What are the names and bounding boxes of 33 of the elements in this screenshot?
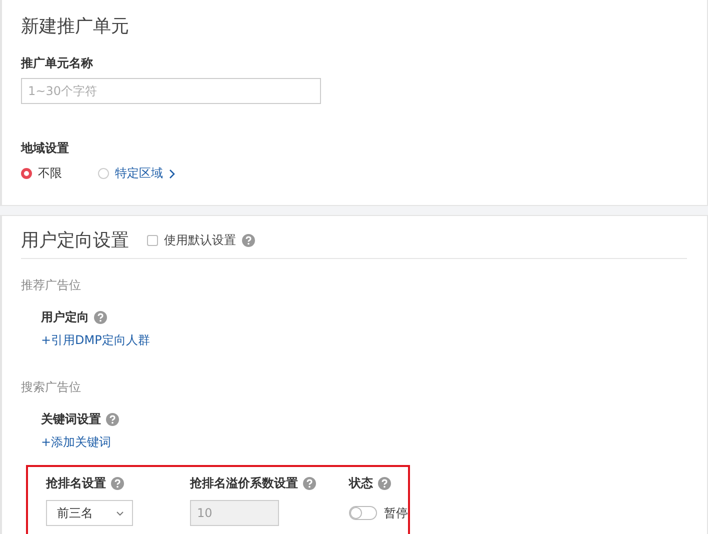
- caret-icon: [116, 510, 124, 516]
- chevron-icon[interactable]: [169, 168, 175, 178]
- help-icon[interactable]: [106, 413, 119, 426]
- panel-title: 新建推广单元: [21, 15, 129, 38]
- field-label: 关键词设置: [41, 411, 101, 428]
- help-icon[interactable]: [111, 477, 124, 490]
- checkbox-label[interactable]: 使用默认设置: [164, 232, 236, 248]
- section-heading: 推荐广告位: [21, 277, 82, 294]
- radio-option[interactable]: 特定区域: [98, 165, 175, 182]
- dropdown[interactable]: 前三名: [46, 500, 133, 526]
- field-label: 状态: [349, 475, 373, 492]
- radio-button[interactable]: [98, 168, 109, 179]
- help-icon[interactable]: [378, 477, 391, 490]
- field-label: 用户定向: [41, 309, 89, 326]
- radio-button[interactable]: [21, 168, 32, 179]
- help-icon[interactable]: [303, 477, 316, 490]
- add-link[interactable]: +添加关键词: [41, 434, 112, 451]
- field-label: 推广单元名称: [21, 55, 94, 72]
- panel-title: 用户定向设置: [21, 229, 129, 252]
- add-link[interactable]: +引用DMP定向人群: [41, 332, 150, 349]
- section-heading: 搜索广告位: [21, 379, 82, 396]
- help-icon[interactable]: [242, 234, 255, 246]
- field-label: 抢排名设置: [46, 475, 106, 492]
- field-label: 地域设置: [21, 140, 70, 157]
- radio-label[interactable]: 不限: [38, 165, 62, 182]
- toggle-switch[interactable]: [349, 506, 377, 520]
- region-link[interactable]: 特定区域: [115, 165, 163, 182]
- status-text: 暂停: [384, 504, 408, 522]
- help-icon[interactable]: [94, 311, 107, 324]
- field-label: 抢排名溢价系数设置: [190, 475, 298, 492]
- radio-option[interactable]: 不限: [21, 165, 62, 182]
- input-field[interactable]: 1~30个字符: [21, 78, 321, 104]
- checkbox[interactable]: [147, 234, 158, 246]
